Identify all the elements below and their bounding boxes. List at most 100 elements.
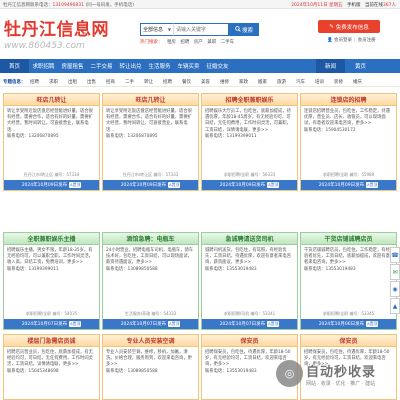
card-title[interactable]: 招聘全职兼职娱乐 xyxy=(202,94,297,106)
card-footer: 2024年10月07日发布 A置顶 xyxy=(103,319,198,329)
card-title[interactable]: 保安员 xyxy=(202,335,297,347)
publish-button[interactable]: ✎ 免费发布信息 xyxy=(318,20,380,33)
search-category-select[interactable]: 全部信息 ▼ xyxy=(140,23,173,36)
card-meta: 求职招聘/全职 编号：55989 xyxy=(322,172,375,177)
card-title[interactable]: 楼层门急需店员诚 xyxy=(4,335,99,347)
card-meta: 牡丹江市/转让区 编号：57333 xyxy=(122,172,179,177)
listing-card[interactable]: 保安员 招聘保安员，包吃住，待遇优厚，年龄18-50岁，有无经验均可，工资日结，… xyxy=(300,334,397,400)
card-title[interactable]: 专业人员安装空调 xyxy=(103,335,198,347)
category-link[interactable]: 招聘 xyxy=(163,79,172,85)
card-meta: 牡丹江市/转让区 编号：57334 xyxy=(23,172,80,177)
listing-card[interactable]: 保安员 招聘保安员，包吃住，待遇优厚，年龄18-50岁，有无经验均可，工资日结，… xyxy=(201,334,298,400)
category-link[interactable]: 二手 xyxy=(125,79,134,85)
listing-card[interactable]: 旺店几转让 转让享受附近饭店盘店经营能进好量，适合很有经营，需要合作，适合有好的… xyxy=(102,93,199,191)
hot-keyword[interactable]: 二手车 xyxy=(221,40,235,45)
listing-card[interactable]: 全职兼职娱乐主播 招聘娱乐主播，男女不限，年龄18-35岁，有无经验均可，可以兼… xyxy=(3,232,100,330)
register-link[interactable]: 会员注册 xyxy=(358,38,376,43)
nav-item-yellowpages[interactable]: 黄页 xyxy=(346,59,375,73)
nav-item-home[interactable]: 首页 xyxy=(0,59,29,73)
category-link[interactable]: 旅游 xyxy=(277,79,286,85)
login-link[interactable]: 会员登录 xyxy=(334,38,352,43)
phone-icon[interactable]: ☎ xyxy=(390,247,400,263)
card-body: 招聘保安员，包吃住，待遇优厚，年龄18-50岁，有无经验均可，工资日结，欢迎来电… xyxy=(205,350,291,368)
wechat-icon[interactable]: ✉ xyxy=(390,264,400,280)
category-link[interactable]: 出租 xyxy=(68,79,77,85)
nav-item-housing[interactable]: 房屋租售 xyxy=(58,59,87,73)
card-top-badge: A置顶 xyxy=(69,321,82,327)
listing-card[interactable]: 急诚聘请送货司机 诚聘司机送货，包吃住，有驾照，有经验优先，工资日结，待遇优厚，… xyxy=(201,232,298,330)
card-footer: 2024年10月07日发布 A置顶 xyxy=(4,319,99,329)
card-title[interactable]: 旺店几转让 xyxy=(103,94,198,106)
card-meta: 求职招聘/全职 编号：53345 xyxy=(322,311,375,316)
topbar-date: 2024年10月11日 xyxy=(291,3,328,8)
search-area: 全部信息 ▼ 搜索 热门搜索： 租房 招聘 房产 兼职 二手车 xyxy=(140,23,259,45)
card-phone: 联系电话：13089850588 xyxy=(106,266,158,272)
nav-item-secondhand[interactable]: 二手交易 xyxy=(87,59,116,73)
card-footer: 2024年10月06日发布 A置顶 xyxy=(301,319,396,329)
listing-card[interactable]: 专业人员安装空调 专业人员安装空调，维修，移机，加氟，清洗，价格合理，服务周到，… xyxy=(102,334,199,400)
card-body: 招聘娱乐主播，男女不限，年龄18-35岁，有无经验均可，可以兼职全职，工作时间灵… xyxy=(7,248,93,266)
listing-card[interactable]: 旺店几转让 转让享受附近饭店盘店经营能进好量，适合很有经营，需要合作，适合有好的… xyxy=(3,93,100,191)
category-link[interactable]: 家政 xyxy=(239,79,248,85)
card-date: 2024年10月09日发布 xyxy=(120,183,167,188)
category-link[interactable]: 婚庆 xyxy=(353,79,362,85)
hot-keyword[interactable]: 房产 xyxy=(194,40,203,45)
search-input[interactable] xyxy=(173,23,229,36)
card-title[interactable]: 全职兼职娱乐主播 xyxy=(4,233,99,245)
category-link[interactable]: 餐饮 xyxy=(182,79,191,85)
category-link[interactable]: 美容 xyxy=(201,79,210,85)
category-link[interactable]: 搬家 xyxy=(258,79,267,85)
search-button[interactable]: 搜索 xyxy=(229,23,259,36)
hot-keyword[interactable]: 招聘 xyxy=(180,40,189,45)
card-footer: 2024年10月09日发布 A置顶 xyxy=(202,180,297,190)
card-body: 招聘保安员，包吃住，待遇优厚，年龄18-50岁，有无经验均可，工资日结，欢迎来电… xyxy=(304,350,390,368)
card-title[interactable]: 连锁店的招聘 xyxy=(301,94,396,106)
nav-item-transfer[interactable]: 转让出兑 xyxy=(116,59,145,73)
nav-item-jobs[interactable]: 求职招聘 xyxy=(29,59,58,73)
category-link[interactable]: 招商 xyxy=(106,79,115,85)
card-date: 2024年10月07日发布 xyxy=(120,322,167,327)
site-logo[interactable]: 牡丹江信息网 www.860453.com xyxy=(4,15,109,51)
listing-card[interactable]: 楼层门急需店员诚 招聘店员营业员，包吃住，底薪加提成，有无经验均可，可日结，无任… xyxy=(3,334,100,400)
card-title[interactable]: 保安员 xyxy=(301,335,396,347)
card-title[interactable]: 干货店铺诚聘店员 xyxy=(301,233,396,245)
top-icon[interactable]: ▲ xyxy=(390,298,400,314)
topbar-hint: (同一号码发，手机电话) xyxy=(85,3,134,8)
nav-item-vehicles[interactable]: 车辆买卖 xyxy=(174,59,203,73)
category-link[interactable]: 求职 xyxy=(49,79,58,85)
category-link[interactable]: 转让 xyxy=(144,79,153,85)
category-link[interactable]: 出售 xyxy=(87,79,96,85)
card-top-badge: A置顶 xyxy=(366,182,379,188)
card-body: 招聘娱乐大厅员工，包吃住，底薪加提成，待遇优厚，年龄18-45周岁，有无经验均可… xyxy=(205,109,291,133)
category-link[interactable]: 招聘 xyxy=(30,79,39,85)
nav-item-dating[interactable]: 征婚交友 xyxy=(203,59,232,73)
category-link[interactable]: 培训 xyxy=(315,79,324,85)
category-link[interactable]: 汽车 xyxy=(296,79,305,85)
card-title[interactable]: 酒馆急聘：电瓶车 xyxy=(103,233,198,245)
user-icon: 👤 xyxy=(327,38,333,43)
nav-item-services[interactable]: 生活服务 xyxy=(145,59,174,73)
hot-keyword[interactable]: 兼职 xyxy=(207,40,216,45)
card-body: 连锁店招聘营业员，包吃住，工作稳定，待遇优厚，营业员、店长、收银员，可以现场面试… xyxy=(304,109,390,127)
listing-card[interactable]: 招聘全职兼职娱乐 招聘娱乐大厅员工，包吃住，底薪加提成，待遇优厚，年龄18-45… xyxy=(201,93,298,191)
hot-keyword[interactable]: 租房 xyxy=(167,40,176,45)
card-phone: 联系电话：13553019483 xyxy=(304,266,356,272)
category-link[interactable]: 装修 xyxy=(334,79,343,85)
card-title[interactable]: 旺店几转让 xyxy=(4,94,99,106)
card-top-badge: A置顶 xyxy=(366,321,379,327)
category-link[interactable]: 维修 xyxy=(220,79,229,85)
card-body: 专业人员安装空调，维修，移机，加氟，清洗，价格合理，服务周到，欢迎来电咨询，更多… xyxy=(106,350,192,368)
qq-icon[interactable]: ◉ xyxy=(390,281,400,297)
card-date: 2024年10月09日发布 xyxy=(21,183,68,188)
listing-card[interactable]: 连锁店的招聘 连锁店招聘营业员，包吃住，工作稳定，待遇优厚，营业员、店长、收银员… xyxy=(300,93,397,191)
mobile-link[interactable]: 手机版 xyxy=(347,3,361,8)
listing-card[interactable]: 干货店铺诚聘店员 干货店铺诚聘店员，包吃住，工作稳定，有经验者优先，工资日结，底… xyxy=(300,232,397,330)
card-body: 干货店铺诚聘店员，包吃住，工作稳定，有经验者优先，工资日结，底薪加提成，欢迎有意… xyxy=(304,248,390,266)
nav-item-news[interactable]: 新闻 xyxy=(316,59,345,73)
card-meta: 求职招聘/全职 编号：56333 xyxy=(223,172,276,177)
card-body: 诚聘司机送货，包吃住，有驾照，有经验优先，工资日结，待遇优厚，欢迎有意者来电咨询… xyxy=(205,248,291,266)
card-footer: 2024年10月09日发布 A置顶 xyxy=(301,180,396,190)
category-label: 专题信息： xyxy=(3,80,26,85)
listing-card[interactable]: 酒馆急聘：电瓶车 24小时营业，招聘电瓶车司机，电瓶车，骑车技术好，包吃住，工资… xyxy=(102,232,199,330)
card-title[interactable]: 急诚聘请送货司机 xyxy=(202,233,297,245)
